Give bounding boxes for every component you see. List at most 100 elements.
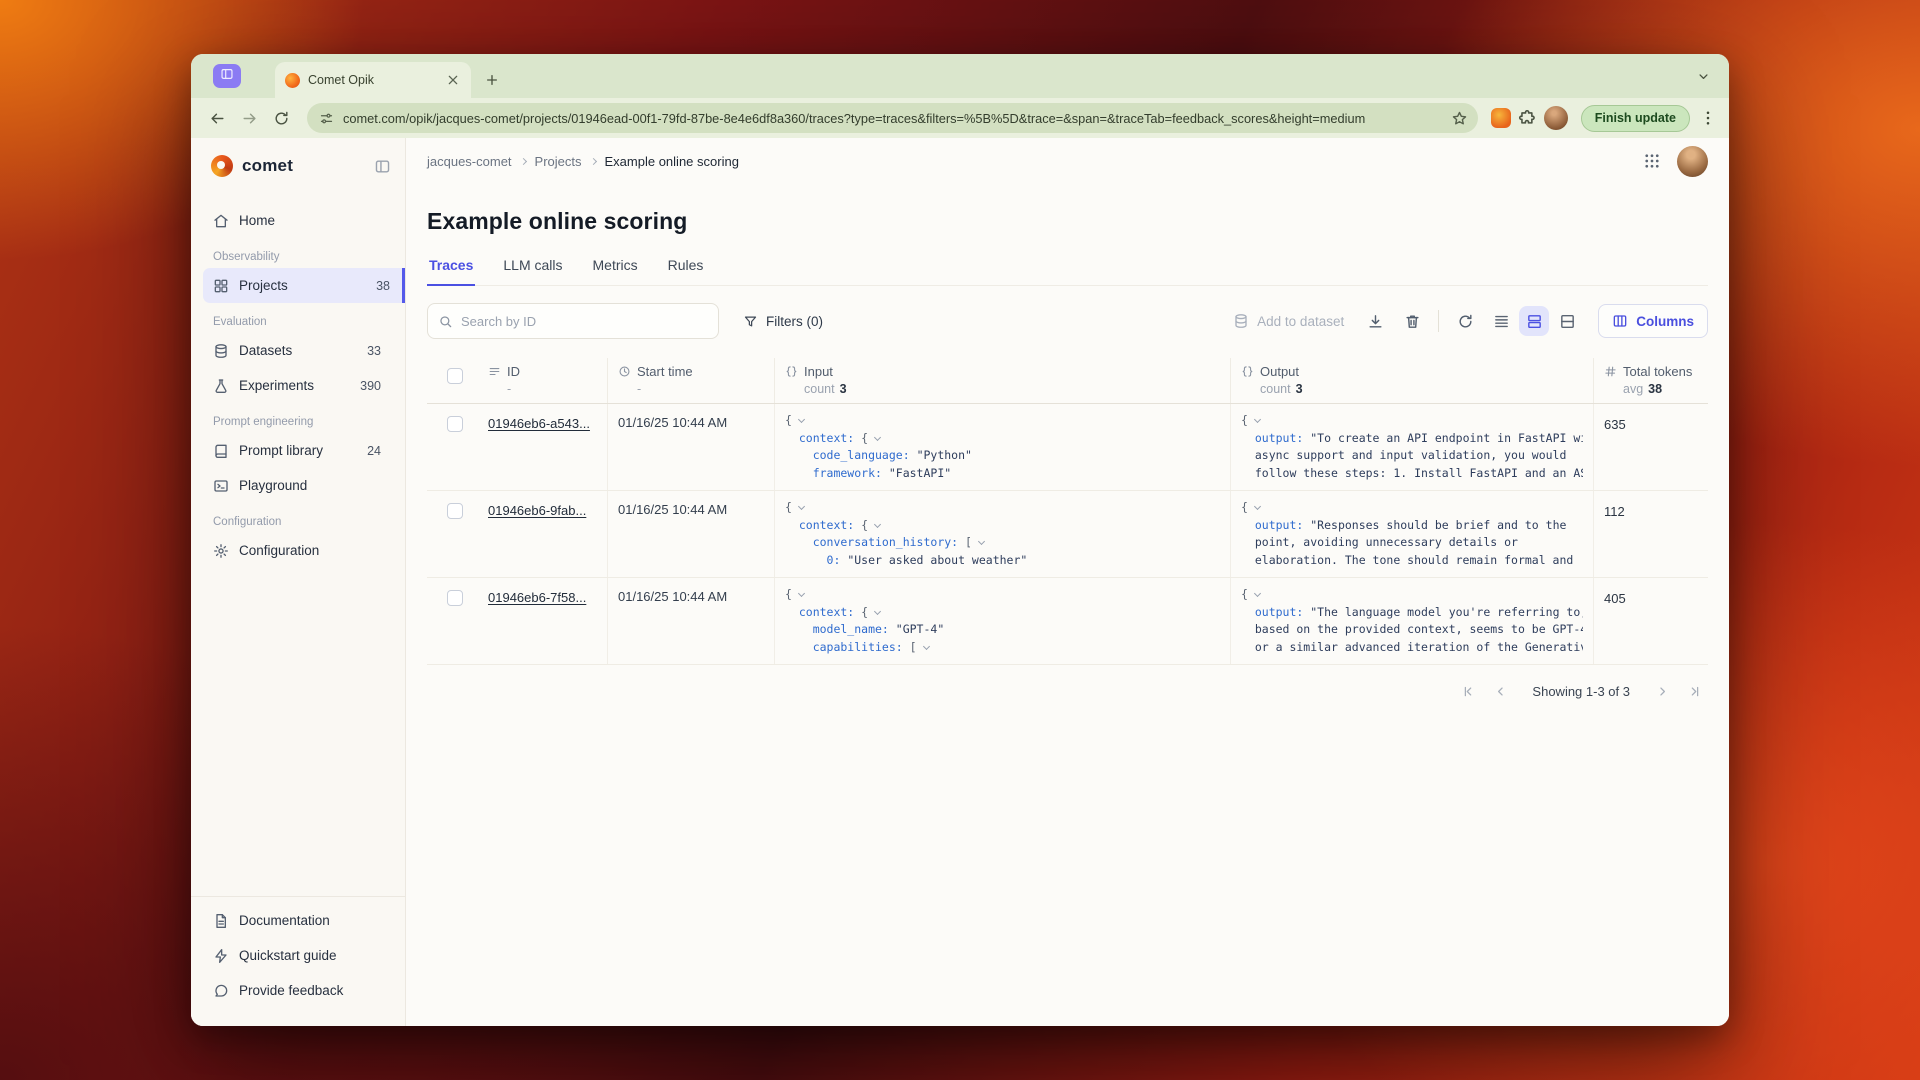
- reload-button[interactable]: [269, 106, 294, 131]
- comet-logo[interactable]: comet: [191, 138, 405, 177]
- sidebar-item-playground[interactable]: Playground: [203, 468, 393, 503]
- column-header-start-time[interactable]: Start time-: [608, 358, 775, 403]
- listid-icon: [488, 365, 501, 378]
- sidebar-item-quickstart-guide[interactable]: Quickstart guide: [203, 938, 393, 973]
- columns-button[interactable]: Columns: [1598, 304, 1708, 338]
- row-density-group: [1486, 306, 1582, 336]
- last-page-button[interactable]: [1680, 677, 1708, 705]
- site-settings-icon[interactable]: [319, 111, 334, 126]
- collapse-toggle-icon[interactable]: [1254, 590, 1261, 597]
- start-time-cell: 01/16/25 10:44 AM: [608, 404, 775, 490]
- tab-close-icon[interactable]: [445, 72, 461, 88]
- sidebar-item-projects[interactable]: Projects38: [203, 268, 405, 303]
- sidebar-item-count: 24: [367, 444, 381, 458]
- column-header-output[interactable]: Outputcount3: [1231, 358, 1594, 403]
- select-all-checkbox[interactable]: [447, 368, 463, 384]
- search-icon: [438, 314, 453, 329]
- search-box[interactable]: [427, 303, 719, 339]
- export-button[interactable]: [1359, 305, 1391, 337]
- tab-traces[interactable]: Traces: [427, 257, 475, 286]
- sidebar-item-configuration[interactable]: Configuration: [203, 533, 393, 568]
- collapse-toggle-icon[interactable]: [798, 503, 805, 510]
- playground-icon: [213, 478, 229, 494]
- total-tokens-cell: 405: [1594, 578, 1708, 664]
- row-checkbox[interactable]: [447, 503, 463, 519]
- output-cell[interactable]: { output: "Responses should be brief and…: [1231, 491, 1594, 577]
- address-bar[interactable]: comet.com/opik/jacques-comet/projects/01…: [307, 103, 1478, 133]
- table-header-row: ID-Start time-Inputcount3Outputcount3Tot…: [427, 358, 1708, 404]
- row-checkbox[interactable]: [447, 590, 463, 606]
- browser-tab[interactable]: Comet Opik: [275, 62, 471, 98]
- delete-button[interactable]: [1396, 305, 1428, 337]
- sidebar-item-prompt-library[interactable]: Prompt library24: [203, 433, 393, 468]
- browser-profile-avatar[interactable]: [1544, 106, 1568, 130]
- collapse-toggle-icon[interactable]: [874, 607, 881, 614]
- density-large-button[interactable]: [1552, 306, 1582, 336]
- sidebar-item-documentation[interactable]: Documentation: [203, 903, 393, 938]
- tab-llm-calls[interactable]: LLM calls: [501, 257, 564, 285]
- row-checkbox[interactable]: [447, 416, 463, 432]
- first-page-button[interactable]: [1454, 677, 1482, 705]
- prev-page-button[interactable]: [1486, 677, 1514, 705]
- collapse-toggle-icon[interactable]: [798, 416, 805, 423]
- finish-update-button[interactable]: Finish update: [1581, 105, 1690, 132]
- trace-id-link[interactable]: 01946eb6-7f58...: [488, 590, 586, 605]
- chat-icon: [213, 983, 229, 999]
- trace-id-link[interactable]: 01946eb6-9fab...: [488, 503, 586, 518]
- input-cell[interactable]: { context: { code_language: "Python" fra…: [775, 404, 1231, 490]
- collapse-toggle-icon[interactable]: [978, 538, 985, 545]
- density-medium-button[interactable]: [1519, 306, 1549, 336]
- sidebar-section-evaluation: Evaluation: [213, 316, 405, 328]
- sidebar-item-experiments[interactable]: Experiments390: [203, 368, 393, 403]
- bolt-icon: [213, 948, 229, 964]
- braces-icon: [785, 365, 798, 378]
- grid-icon: [213, 278, 229, 294]
- browser-menu-icon[interactable]: [1699, 109, 1717, 127]
- extensions-puzzle-icon[interactable]: [1518, 109, 1537, 128]
- sidebar-collapse-icon[interactable]: [374, 158, 391, 175]
- start-time-cell: 01/16/25 10:44 AM: [608, 491, 775, 577]
- browser-window: Comet Opik comet.com/opik/jacques-comet/…: [191, 54, 1729, 1026]
- next-page-button[interactable]: [1648, 677, 1676, 705]
- add-to-dataset-button[interactable]: Add to dataset: [1223, 304, 1354, 338]
- tab-list-button[interactable]: [1691, 64, 1715, 88]
- tab-rules[interactable]: Rules: [666, 257, 706, 285]
- collapse-toggle-icon[interactable]: [923, 642, 930, 649]
- sidebar-item-provide-feedback[interactable]: Provide feedback: [203, 973, 393, 1008]
- opik-app: comet HomeObservabilityProjects38Evaluat…: [191, 138, 1729, 1026]
- breadcrumb-item[interactable]: Projects: [535, 154, 582, 169]
- columns-icon: [1612, 313, 1628, 329]
- filters-button[interactable]: Filters (0): [735, 303, 831, 339]
- output-cell[interactable]: { output: "The language model you're ref…: [1231, 578, 1594, 664]
- column-header-input[interactable]: Inputcount3: [775, 358, 1231, 403]
- pagination: Showing 1-3 of 3: [427, 677, 1708, 705]
- tab-group-chip[interactable]: [213, 64, 241, 88]
- density-compact-button[interactable]: [1486, 306, 1516, 336]
- tab-metrics[interactable]: Metrics: [591, 257, 640, 285]
- input-cell[interactable]: { context: { model_name: "GPT-4" capabil…: [775, 578, 1231, 664]
- sidebar-nav: HomeObservabilityProjects38EvaluationDat…: [191, 177, 405, 568]
- collapse-toggle-icon[interactable]: [874, 433, 881, 440]
- input-cell[interactable]: { context: { conversation_history: [ 0: …: [775, 491, 1231, 577]
- column-header-id[interactable]: ID-: [478, 358, 608, 403]
- apps-grid-icon[interactable]: [1643, 152, 1661, 170]
- sidebar-item-home[interactable]: Home: [203, 203, 393, 238]
- forward-button[interactable]: [237, 106, 262, 131]
- breadcrumb-item[interactable]: jacques-comet: [427, 154, 512, 169]
- collapse-toggle-icon[interactable]: [1254, 503, 1261, 510]
- bookmark-star-icon[interactable]: [1451, 110, 1468, 127]
- refresh-button[interactable]: [1449, 305, 1481, 337]
- trace-id-link[interactable]: 01946eb6-a543...: [488, 416, 590, 431]
- search-input[interactable]: [461, 314, 708, 329]
- output-cell[interactable]: { output: "To create an API endpoint in …: [1231, 404, 1594, 490]
- chevron-right-icon: [589, 157, 596, 164]
- column-header-total-tokens[interactable]: Total tokensavg38: [1594, 358, 1708, 403]
- user-avatar[interactable]: [1677, 146, 1708, 177]
- collapse-toggle-icon[interactable]: [798, 590, 805, 597]
- new-tab-button[interactable]: [479, 67, 505, 93]
- back-button[interactable]: [205, 106, 230, 131]
- collapse-toggle-icon[interactable]: [874, 520, 881, 527]
- collapse-toggle-icon[interactable]: [1254, 416, 1261, 423]
- extension-icon[interactable]: [1491, 108, 1511, 128]
- sidebar-item-datasets[interactable]: Datasets33: [203, 333, 393, 368]
